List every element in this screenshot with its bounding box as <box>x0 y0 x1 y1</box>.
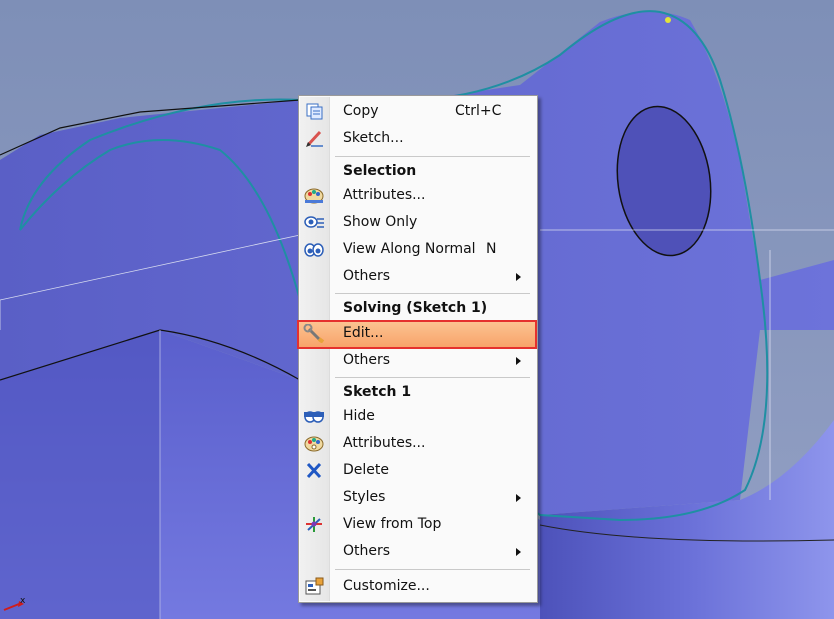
menu-item-label: View Along Normal <box>343 241 476 257</box>
menu-item-others-sketch[interactable]: Others <box>299 538 537 565</box>
section-header-solving: Solving (Sketch 1) <box>343 300 488 316</box>
customize-icon <box>303 577 325 596</box>
sketch-point[interactable] <box>665 17 671 23</box>
menu-item-label: Copy <box>343 103 379 119</box>
palette-icon <box>303 186 325 205</box>
menu-item-label: Styles <box>343 489 386 505</box>
menu-item-view-from-top[interactable]: View from Top <box>299 511 537 538</box>
menu-separator <box>335 156 530 157</box>
menu-item-others-solving[interactable]: Others <box>299 347 537 374</box>
menu-item-customize[interactable]: Customize... <box>299 573 537 600</box>
menu-item-label: Attributes... <box>343 435 426 451</box>
menu-item-edit[interactable]: Edit... <box>299 320 537 347</box>
hide-icon <box>303 407 325 426</box>
menu-item-hide[interactable]: Hide <box>299 403 537 430</box>
menu-item-show-only[interactable]: Show Only <box>299 209 537 236</box>
axis-x-label: x <box>20 596 26 606</box>
submenu-arrow-icon <box>516 273 521 281</box>
submenu-arrow-icon <box>516 548 521 556</box>
menu-separator <box>335 293 530 294</box>
submenu-arrow-icon <box>516 494 521 502</box>
menu-item-others-selection[interactable]: Others <box>299 263 537 290</box>
copy-icon <box>303 102 325 121</box>
menu-item-label: Others <box>343 268 391 284</box>
menu-item-label: Show Only <box>343 214 418 230</box>
show-only-icon <box>303 213 325 232</box>
menu-item-shortcut: N <box>486 241 497 257</box>
part-left-cylinder <box>0 330 160 619</box>
menu-item-label: Hide <box>343 408 375 424</box>
menu-item-copy[interactable]: Copy Ctrl+C <box>299 98 537 125</box>
menu-item-shortcut: Ctrl+C <box>455 103 502 119</box>
axis-triad-icon <box>3 601 24 611</box>
menu-separator <box>335 377 530 378</box>
menu-item-sketch[interactable]: Sketch... <box>299 125 537 152</box>
palette-icon <box>303 434 325 453</box>
menu-item-label: Customize... <box>343 578 430 594</box>
submenu-arrow-icon <box>516 357 521 365</box>
menu-item-label: View from Top <box>343 516 442 532</box>
menu-item-styles[interactable]: Styles <box>299 484 537 511</box>
view-top-icon <box>303 515 325 534</box>
menu-item-label: Others <box>343 543 391 559</box>
menu-item-view-along-normal[interactable]: View Along Normal N <box>299 236 537 263</box>
menu-item-label: Delete <box>343 462 389 478</box>
delete-x-icon <box>303 461 325 480</box>
menu-item-delete[interactable]: Delete <box>299 457 537 484</box>
menu-item-label: Sketch... <box>343 130 404 146</box>
view-normal-icon <box>303 240 325 259</box>
pencil-icon <box>303 129 325 148</box>
wrench-icon <box>303 323 325 344</box>
menu-item-label: Attributes... <box>343 187 426 203</box>
menu-separator <box>335 569 530 570</box>
menu-item-attributes-sketch[interactable]: Attributes... <box>299 430 537 457</box>
context-menu: Copy Ctrl+C Sketch... Selection Attribut… <box>298 95 538 603</box>
menu-item-label: Others <box>343 352 391 368</box>
menu-item-attributes[interactable]: Attributes... <box>299 182 537 209</box>
section-header-sketch: Sketch 1 <box>343 384 412 400</box>
menu-item-label: Edit... <box>343 325 384 341</box>
section-header-selection: Selection <box>343 163 417 179</box>
